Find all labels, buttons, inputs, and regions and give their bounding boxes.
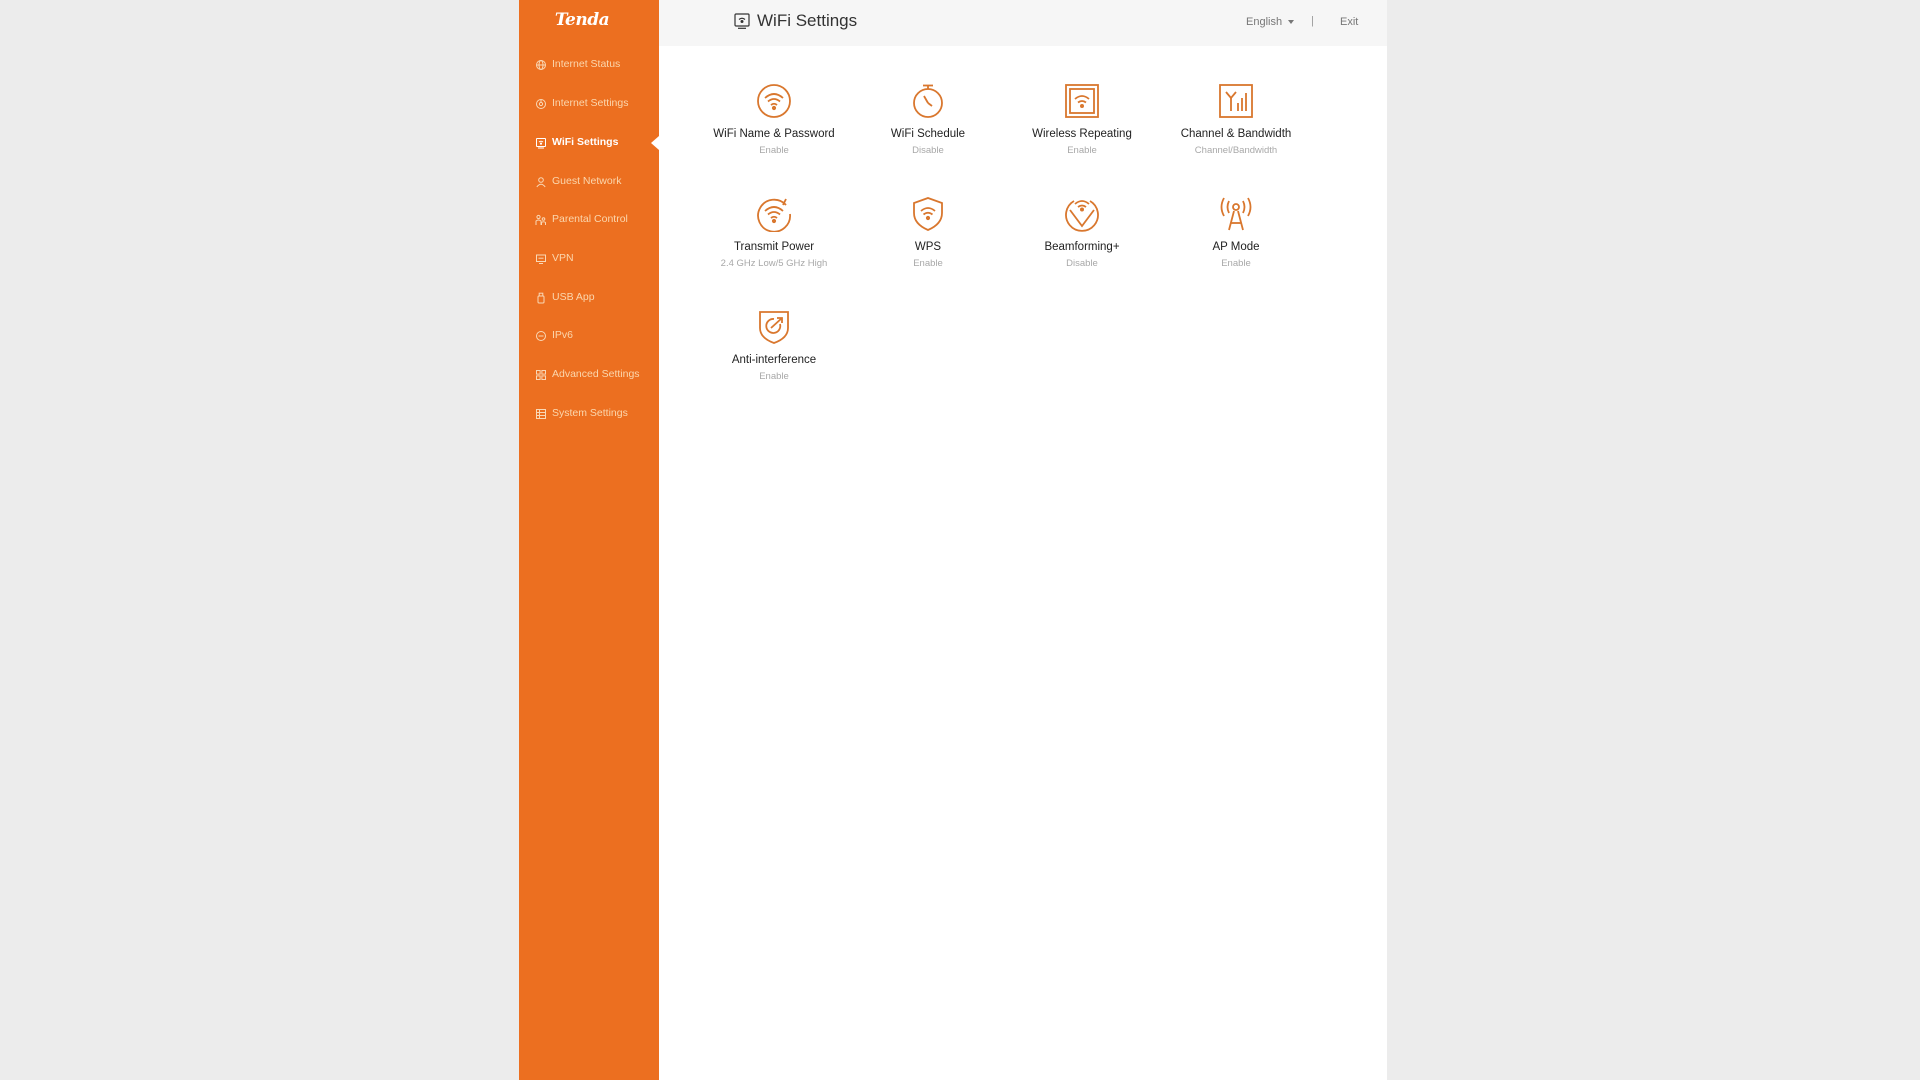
sidebar-item-label: VPN — [552, 252, 574, 264]
router-admin-app: Tenda Internet Status Internet Settings … — [519, 0, 1387, 1080]
wifi-settings-icon — [535, 137, 547, 149]
page-title-text: WiFi Settings — [757, 11, 858, 30]
sidebar-item-advanced-settings[interactable]: Advanced Settings — [519, 360, 659, 390]
tile-status: Channel/Bandwidth — [1194, 145, 1278, 156]
sidebar-item-label: System Settings — [552, 407, 628, 419]
tile-status: Enable — [759, 371, 789, 382]
sidebar-item-label: WiFi Settings — [552, 136, 619, 148]
tile-wps[interactable]: WPS Enable — [851, 196, 1005, 286]
sidebar-item-parental-control[interactable]: Parental Control — [519, 205, 659, 235]
tile-label: Wireless Repeating — [1032, 128, 1132, 140]
tile-label: AP Mode — [1212, 241, 1260, 253]
page-title: WiFi Settings — [733, 11, 857, 31]
sidebar-item-usb-app[interactable]: USB App — [519, 283, 659, 313]
tile-label: Beamforming+ — [1044, 241, 1120, 253]
sidebar: Tenda Internet Status Internet Settings … — [519, 0, 659, 1080]
tile-status: Disable — [912, 145, 944, 156]
tile-label: WPS — [914, 241, 942, 253]
header-separator: | — [1311, 15, 1314, 27]
sidebar-item-label: USB App — [552, 291, 595, 303]
ipv6-icon — [535, 330, 547, 342]
sidebar-item-vpn[interactable]: VPN — [519, 244, 659, 274]
sidebar-item-label: Parental Control — [552, 213, 628, 225]
guest-icon — [535, 176, 547, 188]
vpn-icon — [535, 253, 547, 265]
active-indicator — [651, 136, 659, 150]
tile-status: 2.4 GHz Low/5 GHz High — [720, 258, 828, 269]
globe-icon — [535, 59, 547, 71]
sidebar-item-ipv6[interactable]: IPv6 — [519, 321, 659, 351]
header-bar: WiFi Settings English | Exit — [659, 0, 1387, 46]
tile-wireless-repeating[interactable]: Wireless Repeating Enable — [1005, 83, 1159, 173]
sidebar-item-wifi-settings[interactable]: WiFi Settings — [519, 128, 659, 158]
language-value: English — [1246, 16, 1283, 28]
timer-icon — [910, 83, 946, 119]
tile-wifi-name-password[interactable]: WiFi Name & Password Enable — [697, 83, 851, 173]
wifi-settings-icon — [733, 12, 751, 30]
sidebar-item-internet-status[interactable]: Internet Status — [519, 50, 659, 80]
language-select[interactable]: English — [1246, 16, 1295, 28]
sidebar-item-label: Guest Network — [552, 175, 622, 187]
system-icon — [535, 408, 547, 420]
tile-anti-interference[interactable]: Anti-interference Enable — [697, 309, 851, 399]
sidebar-item-label: Advanced Settings — [552, 368, 640, 380]
tile-label: WiFi Schedule — [890, 128, 966, 140]
sidebar-item-label: Internet Settings — [552, 97, 629, 109]
tile-label: Anti-interference — [731, 354, 817, 366]
sidebar-item-internet-settings[interactable]: Internet Settings — [519, 89, 659, 119]
usb-icon — [535, 292, 547, 304]
tile-label: WiFi Name & Password — [713, 128, 835, 140]
tile-status: Enable — [759, 145, 789, 156]
anti-interference-icon — [756, 309, 792, 345]
transmit-power-icon — [756, 196, 792, 232]
tile-channel-bandwidth[interactable]: Channel & Bandwidth Channel/Bandwidth — [1159, 83, 1313, 173]
sidebar-item-label: Internet Status — [552, 58, 621, 70]
tile-transmit-power[interactable]: Transmit Power 2.4 GHz Low/5 GHz High — [697, 196, 851, 286]
channel-icon — [1218, 83, 1254, 119]
tile-beamforming[interactable]: Beamforming+ Disable — [1005, 196, 1159, 286]
sidebar-item-guest-network[interactable]: Guest Network — [519, 167, 659, 197]
internet-settings-icon — [535, 98, 547, 110]
tile-label: Channel & Bandwidth — [1180, 128, 1292, 140]
sidebar-item-label: IPv6 — [552, 329, 574, 341]
tile-wifi-schedule[interactable]: WiFi Schedule Disable — [851, 83, 1005, 173]
beamforming-icon — [1064, 196, 1100, 232]
tile-status: Enable — [913, 258, 943, 269]
sidebar-item-system-settings[interactable]: System Settings — [519, 399, 659, 429]
advanced-icon — [535, 369, 547, 381]
wps-shield-icon — [910, 196, 946, 232]
tile-label: Transmit Power — [733, 241, 815, 253]
tile-status: Enable — [1067, 145, 1097, 156]
caret-down-icon — [1288, 20, 1295, 24]
parental-icon — [535, 214, 547, 226]
wifi-circle-icon — [756, 83, 792, 119]
tile-status: Enable — [1221, 258, 1251, 269]
antenna-icon — [1218, 196, 1254, 232]
repeater-icon — [1064, 83, 1100, 119]
tile-status: Disable — [1066, 258, 1098, 269]
tenda-logo: Tenda — [554, 10, 610, 30]
exit-link[interactable]: Exit — [1340, 16, 1358, 28]
tile-ap-mode[interactable]: AP Mode Enable — [1159, 196, 1313, 286]
